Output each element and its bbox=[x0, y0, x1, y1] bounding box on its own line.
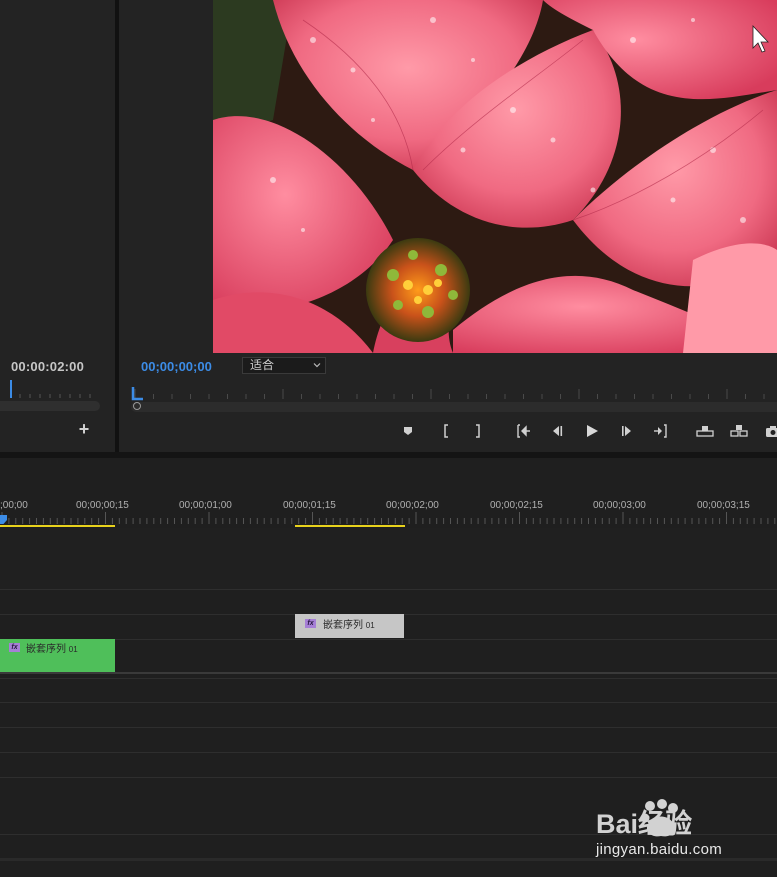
clip-suffix: 01 bbox=[365, 621, 375, 630]
transport-controls bbox=[395, 422, 777, 440]
track-separator bbox=[0, 702, 777, 703]
program-time-ruler[interactable] bbox=[131, 385, 777, 403]
program-video-frame bbox=[213, 0, 777, 353]
source-timecode[interactable]: 00:00:02:00 bbox=[11, 359, 84, 374]
chevron-down-icon bbox=[313, 363, 321, 368]
work-area-bar[interactable] bbox=[295, 525, 405, 527]
clip-label: 嵌套序列 01 bbox=[323, 616, 375, 631]
track-separator bbox=[0, 777, 777, 778]
mark-out-icon[interactable] bbox=[468, 422, 488, 440]
mark-in-icon[interactable] bbox=[436, 422, 456, 440]
video-audio-separator bbox=[0, 672, 777, 674]
fx-badge-icon: fx bbox=[9, 643, 20, 652]
source-add-button[interactable]: + bbox=[77, 420, 91, 438]
track-separator bbox=[0, 639, 777, 640]
track-v3[interactable] bbox=[0, 528, 777, 590]
watermark-brand: Bai经验 bbox=[596, 808, 692, 839]
clip-name: 嵌套序列 bbox=[323, 620, 363, 631]
track-separator bbox=[0, 589, 777, 590]
play-icon[interactable] bbox=[582, 422, 602, 440]
program-zoom-scrollbar[interactable] bbox=[131, 402, 777, 412]
track-separator bbox=[0, 752, 777, 753]
fit-dropdown[interactable]: 适合 bbox=[242, 357, 326, 374]
extract-icon[interactable] bbox=[729, 422, 749, 440]
clip-name: 嵌套序列 bbox=[26, 644, 66, 655]
lift-icon[interactable] bbox=[695, 422, 715, 440]
step-forward-icon[interactable] bbox=[617, 422, 637, 440]
program-timecode[interactable]: 00;00;00;00 bbox=[141, 359, 212, 374]
work-area-bar[interactable] bbox=[0, 525, 115, 527]
clip-label: 嵌套序列 01 bbox=[26, 640, 78, 655]
clip-nested-sequence-v2[interactable]: fx 嵌套序列 01 bbox=[295, 614, 404, 638]
source-zoom-scrollbar[interactable] bbox=[0, 401, 100, 411]
fit-dropdown-value: 适合 bbox=[250, 358, 275, 372]
clip-nested-sequence-v1[interactable]: fx 嵌套序列 01 bbox=[0, 639, 115, 672]
export-frame-icon[interactable] bbox=[763, 422, 777, 440]
timeline-time-ruler[interactable] bbox=[0, 490, 777, 528]
program-scroll-handle[interactable] bbox=[133, 402, 141, 410]
timeline-playhead[interactable] bbox=[0, 515, 7, 524]
add-marker-icon[interactable] bbox=[398, 422, 418, 440]
fx-badge-icon: fx bbox=[305, 619, 316, 628]
watermark-url: jingyan.baidu.com bbox=[596, 841, 723, 858]
go-to-out-icon[interactable] bbox=[651, 422, 671, 440]
track-separator bbox=[0, 678, 777, 679]
track-separator bbox=[0, 727, 777, 728]
clip-suffix: 01 bbox=[68, 645, 78, 654]
go-to-in-icon[interactable] bbox=[513, 422, 533, 440]
source-time-ruler[interactable] bbox=[0, 380, 100, 400]
step-back-icon[interactable] bbox=[547, 422, 567, 440]
